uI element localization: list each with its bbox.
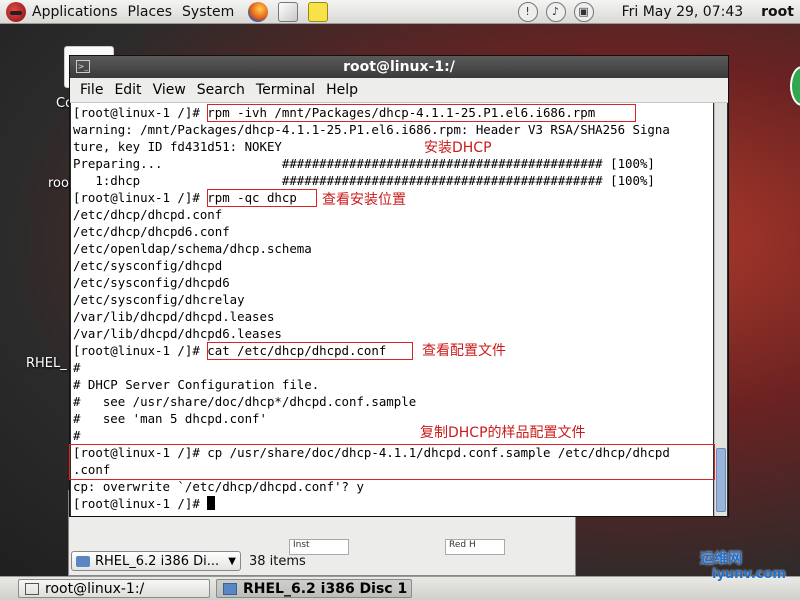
user-menu[interactable]: root [761, 4, 794, 20]
desktop-label-root[interactable]: roo [48, 176, 69, 191]
volume-icon[interactable]: ♪ [545, 1, 566, 22]
menu-edit[interactable]: Edit [114, 82, 141, 98]
taskbar-file-manager-label: RHEL_6.2 i386 Disc 1 [243, 580, 408, 597]
desktop-label-rhel[interactable]: RHEL_ [26, 356, 67, 371]
annotation-install: 安装DHCP [424, 140, 492, 156]
terminal-line: Preparing... ###########################… [73, 156, 655, 171]
terminal-line: warning: /mnt/Packages/dhcp-4.1.1-25.P1.… [73, 122, 670, 137]
menu-view[interactable]: View [153, 82, 186, 98]
terminal-line: cp: overwrite `/etc/dhcp/dhcpd.conf'? y [73, 479, 364, 494]
system-tray: ! ♪ ▣ Fri May 29, 07:43 root [510, 1, 800, 22]
terminal-line: /var/lib/dhcpd/dhcpd.leases [73, 309, 275, 324]
terminal-output[interactable]: [root@linux-1 /]# rpm -ivh /mnt/Packages… [71, 103, 713, 516]
location-label: RHEL_6.2 i386 Di... [95, 553, 220, 569]
applications-menu[interactable]: Applications [32, 4, 118, 20]
terminal-prompt: [root@linux-1 /]# [73, 496, 208, 511]
menu-terminal[interactable]: Terminal [256, 82, 315, 98]
text-cursor [207, 496, 216, 510]
scrollbar-thumb[interactable] [716, 448, 726, 512]
system-menu[interactable]: System [182, 4, 234, 20]
terminal-line: .conf [73, 462, 111, 477]
folder-task-icon [223, 582, 237, 595]
menu-help[interactable]: Help [326, 82, 358, 98]
taskbar-file-manager[interactable]: RHEL_6.2 i386 Disc 1 [216, 579, 412, 598]
terminal-line: [root@linux-1 /]# cp /usr/share/doc/dhcp… [73, 445, 670, 460]
prompt-line: [root@linux-1 /]# [73, 495, 670, 512]
top-panel: Applications Places System ! ♪ ▣ Fri May… [0, 0, 800, 24]
terminal-line: /var/lib/dhcpd/dhcpd6.leases [73, 326, 282, 341]
watermark-logo: 运维网 [700, 551, 742, 567]
location-select[interactable]: RHEL_6.2 i386 Di... ▼ [71, 551, 241, 571]
terminal-line: # [73, 360, 81, 375]
taskbar-terminal-label: root@linux-1:/ [45, 580, 145, 597]
taskbar-terminal[interactable]: root@linux-1:/ [18, 579, 210, 598]
terminal-line: 1:dhcp #################################… [73, 173, 655, 188]
terminal-window: >_ root@linux-1:/ File Edit View Search … [69, 55, 729, 517]
update-icon[interactable]: ! [517, 1, 538, 22]
redhat-logo-icon[interactable] [6, 1, 26, 22]
notes-icon[interactable] [308, 1, 329, 22]
menu-file[interactable]: File [80, 82, 103, 98]
chevron-down-icon: ▼ [228, 555, 236, 567]
terminal-line: # see /usr/share/doc/dhcp*/dhcpd.conf.sa… [73, 394, 417, 409]
terminal-title: root@linux-1:/ [343, 59, 455, 75]
annotation-query: 查看安装位置 [322, 192, 406, 208]
terminal-task-icon [25, 582, 39, 595]
places-menu[interactable]: Places [128, 4, 173, 20]
terminal-menubar: File Edit View Search Terminal Help [70, 78, 728, 103]
annotation-copy: 复制DHCP的样品配置文件 [420, 425, 586, 441]
watermark-url: iyunv.com [712, 567, 786, 582]
terminal-line: # DHCP Server Configuration file. [73, 377, 320, 392]
mail-icon[interactable] [278, 1, 299, 22]
item-count: 38 items [249, 553, 306, 569]
terminal-scrollbar[interactable] [714, 103, 727, 516]
menu-search[interactable]: Search [197, 82, 245, 98]
file-manager-statusbar: RHEL_6.2 i386 Di... ▼ 38 items [71, 549, 571, 573]
terminal-titlebar[interactable]: >_ root@linux-1:/ [70, 56, 728, 78]
clock[interactable]: Fri May 29, 07:43 [622, 4, 744, 20]
terminal-line: [root@linux-1 /]# cat /etc/dhcp/dhcpd.co… [73, 343, 387, 358]
firefox-icon[interactable] [248, 1, 269, 22]
terminal-line: /etc/dhcp/dhcpd6.conf [73, 224, 230, 239]
network-icon[interactable]: ▣ [573, 1, 594, 22]
annotation-view: 查看配置文件 [422, 343, 506, 359]
bottom-panel: root@linux-1:/ RHEL_6.2 i386 Disc 1 [0, 576, 800, 600]
terminal-lines: [root@linux-1 /]# rpm -ivh /mnt/Packages… [73, 104, 670, 512]
terminal-line: /etc/sysconfig/dhcrelay [73, 292, 245, 307]
terminal-line: /etc/openldap/schema/dhcp.schema [73, 241, 312, 256]
terminal-line: /etc/sysconfig/dhcpd [73, 258, 223, 273]
desktop-partial-icon[interactable] [790, 66, 800, 106]
terminal-line: ture, key ID fd431d51: NOKEY [73, 139, 282, 154]
folder-icon [76, 555, 90, 567]
terminal-line: /etc/sysconfig/dhcpd6 [73, 275, 230, 290]
terminal-line: [root@linux-1 /]# rpm -ivh /mnt/Packages… [73, 105, 596, 120]
